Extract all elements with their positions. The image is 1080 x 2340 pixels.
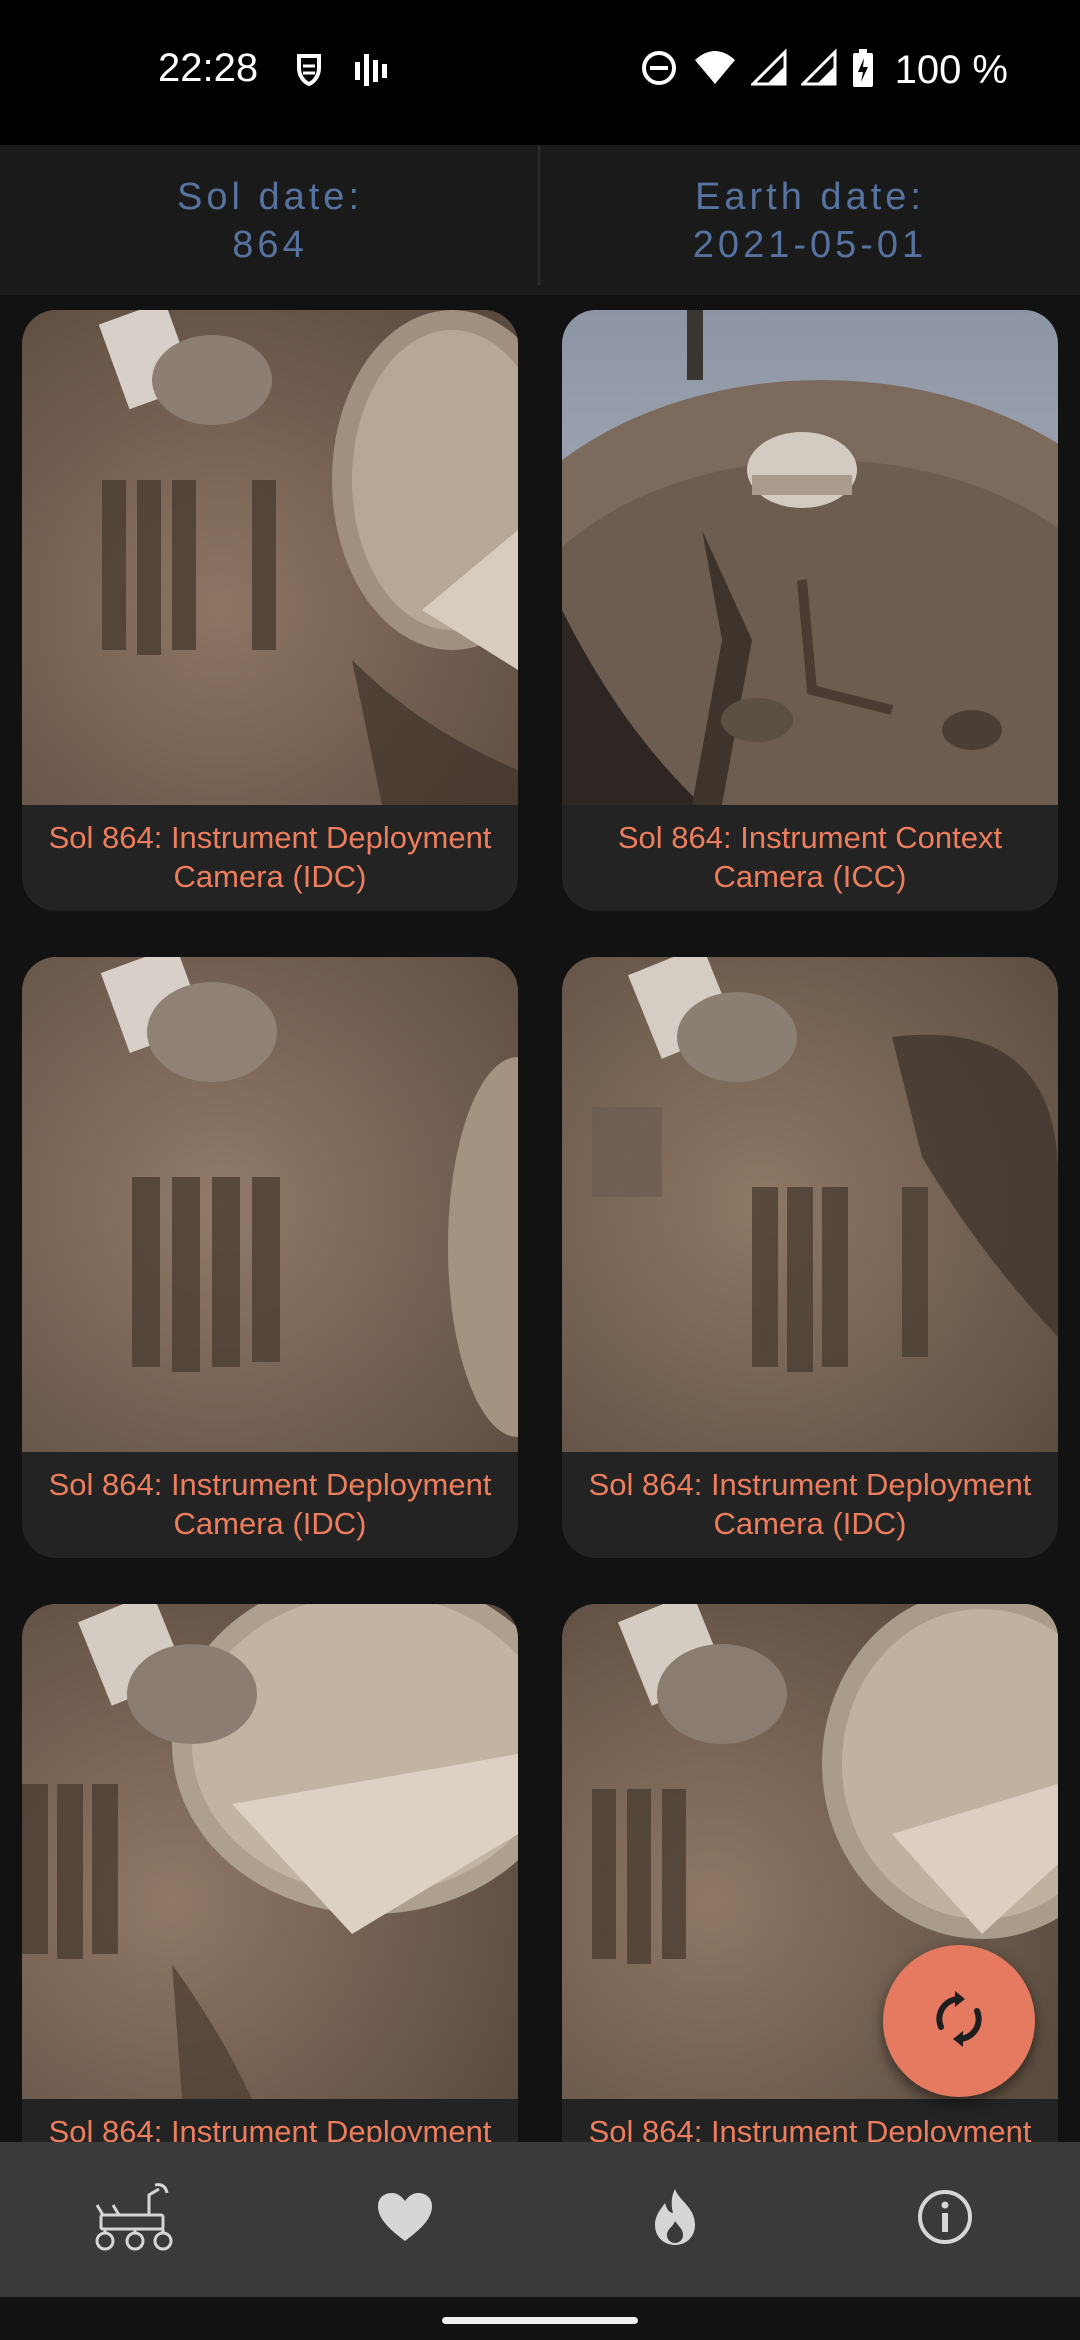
heart-icon <box>376 2191 434 2248</box>
photo-caption: Sol 864: Instrument Deployment Camera (I… <box>48 1467 492 1541</box>
photo-caption: Sol 864: Instrument Deployment <box>588 2114 1032 2142</box>
status-time: 22:28 <box>158 46 259 90</box>
photo-card[interactable]: Sol 864: Instrument Deployment Camera (I… <box>22 957 518 1558</box>
earth-date-value: 2021-05-01 <box>692 224 928 266</box>
nav-info[interactable] <box>810 2142 1080 2297</box>
sol-date-value: 864 <box>232 224 308 266</box>
photo-card[interactable]: Sol 864: Instrument Context Camera (ICC) <box>562 310 1058 911</box>
mars-photo <box>562 957 1058 1452</box>
photo-caption: Sol 864: Instrument Deployment Camera (I… <box>48 820 492 894</box>
sol-date: Sol date: 864 <box>0 173 540 269</box>
earth-date: Earth date: 2021-05-01 <box>540 173 1080 269</box>
photo-caption: Sol 864: Instrument Deployment <box>48 2114 492 2142</box>
gesture-bar <box>0 2297 1080 2340</box>
status-bar: 22:28 100 % <box>0 0 1080 145</box>
date-header: Sol date: 864 Earth date: 2021-05-01 <box>0 145 1080 295</box>
sol-date-label: Sol date: <box>177 176 363 218</box>
refresh-button[interactable] <box>883 1945 1035 2097</box>
nav-favorites[interactable] <box>270 2142 540 2297</box>
photo-card[interactable]: Sol 864: Instrument Deployment <box>22 1604 518 2142</box>
rover-icon <box>93 2179 177 2260</box>
mars-photo <box>562 310 1058 805</box>
mars-photo <box>22 1604 518 2099</box>
photo-caption: Sol 864: Instrument Deployment Camera (I… <box>588 1467 1032 1541</box>
signal-app-icon <box>352 50 388 95</box>
battery-percent: 100 % <box>894 47 1008 92</box>
cell-signal-icon <box>798 47 837 93</box>
photo-caption: Sol 864: Instrument Context Camera (ICC) <box>617 820 1003 894</box>
nav-rover[interactable] <box>0 2142 270 2297</box>
do-not-disturb-icon <box>639 48 679 93</box>
notification-icon <box>292 50 326 95</box>
cell-signal-icon <box>748 47 787 93</box>
wifi-icon <box>693 48 737 93</box>
nav-popular[interactable] <box>540 2142 810 2297</box>
photo-grid: Sol 864: Instrument Deployment Camera (I… <box>0 295 1080 2142</box>
mars-photo <box>22 957 518 1452</box>
earth-date-label: Earth date: <box>695 176 925 218</box>
home-indicator[interactable] <box>442 2317 638 2324</box>
photo-card[interactable]: Sol 864: Instrument Deployment Camera (I… <box>22 310 518 911</box>
mars-photo <box>22 310 518 805</box>
photo-card[interactable]: Sol 864: Instrument Deployment Camera (I… <box>562 957 1058 1558</box>
battery-charging-icon <box>851 48 875 93</box>
info-icon <box>916 2188 974 2251</box>
bottom-navigation <box>0 2142 1080 2297</box>
fire-icon <box>651 2187 699 2252</box>
refresh-icon <box>927 1987 991 2056</box>
